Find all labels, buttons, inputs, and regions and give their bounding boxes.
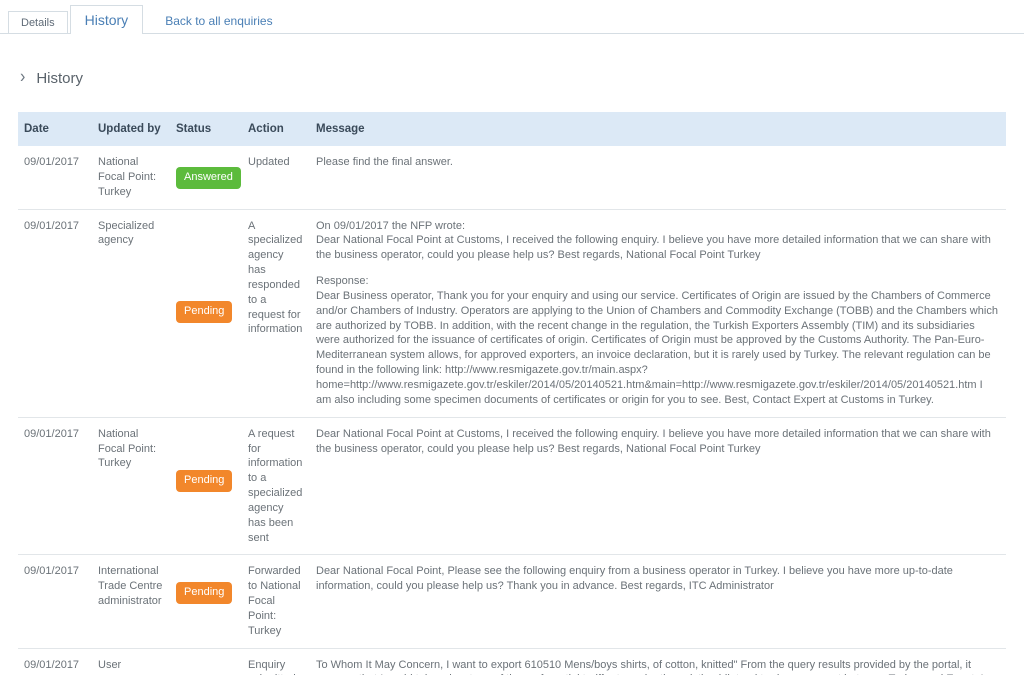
cell-status: New xyxy=(170,648,242,675)
history-table-wrapper: Date Updated by Status Action Message 09… xyxy=(18,112,1006,675)
column-header-updated-by[interactable]: Updated by xyxy=(92,112,170,146)
tab-details[interactable]: Details xyxy=(8,11,68,33)
message-paragraph: On 09/01/2017 the NFP wrote: Dear Nation… xyxy=(316,219,991,262)
cell-date: 09/01/2017 xyxy=(18,648,92,675)
cell-updated-by: Specialized agency xyxy=(92,209,170,418)
cell-action: Updated xyxy=(242,146,310,210)
message-paragraph: To Whom It May Concern, I want to export… xyxy=(316,658,984,675)
table-row: 09/01/2017UserNewEnquiry submitted To Who… xyxy=(18,648,1006,675)
status-badge: Answered xyxy=(176,167,241,189)
message-paragraph-gap xyxy=(316,263,1000,274)
cell-action: Enquiry submitted xyxy=(242,648,310,675)
status-badge: Pending xyxy=(176,582,233,605)
cell-date: 09/01/2017 xyxy=(18,417,92,556)
cell-updated-by: User xyxy=(92,648,170,675)
cell-action: A specialized agency has responded to a … xyxy=(242,209,310,418)
cell-updated-by: International Trade Centre administrator xyxy=(92,554,170,649)
cell-message: Dear National Focal Point, Please see th… xyxy=(310,554,1006,649)
column-header-action[interactable]: Action xyxy=(242,112,310,146)
table-row: 09/01/2017 National Focal Point: Turkey Pe… xyxy=(18,417,1006,556)
table-row: 09/01/2017 International Trade Centre adm… xyxy=(18,554,1006,649)
cell-updated-by: National Focal Point: Turkey xyxy=(92,146,170,210)
history-table-head: Date Updated by Status Action Message xyxy=(18,112,1006,146)
column-header-status[interactable]: Status xyxy=(170,112,242,146)
message-paragraph: Dear National Focal Point, Please see th… xyxy=(316,565,953,593)
chevron-right-icon: › xyxy=(20,67,26,88)
status-badge: Pending xyxy=(176,469,233,492)
tab-details-label: Details xyxy=(21,16,55,29)
history-section-title: History xyxy=(36,69,83,87)
message-paragraph: Please find the final answer. xyxy=(316,156,453,168)
cell-message: Dear National Focal Point at Customs, I … xyxy=(310,417,1006,556)
tab-history-label: History xyxy=(84,11,129,28)
back-to-all-enquiries-link[interactable]: Back to all enquiries xyxy=(165,14,272,28)
cell-date: 09/01/2017 xyxy=(18,554,92,649)
status-badge: Pending xyxy=(176,300,233,323)
message-paragraph: Response: Dear Business operator, Thank … xyxy=(316,275,998,406)
cell-status: Pending xyxy=(170,554,242,649)
cell-status: Pending xyxy=(170,417,242,556)
column-header-message[interactable]: Message xyxy=(310,112,1006,146)
cell-date: 09/01/2017 xyxy=(18,146,92,210)
cell-action: Forwarded to National Focal Point: Turke… xyxy=(242,554,310,649)
tab-bar: Details History Back to all enquiries xyxy=(0,0,1024,34)
cell-message: Please find the final answer. xyxy=(310,146,1006,210)
cell-message: To Whom It May Concern, I want to export… xyxy=(310,648,1006,675)
cell-updated-by: National Focal Point: Turkey xyxy=(92,417,170,556)
cell-status: Answered xyxy=(170,146,242,210)
tab-history[interactable]: History xyxy=(69,5,144,34)
history-table: Date Updated by Status Action Message 09… xyxy=(18,112,1006,675)
history-table-body: 09/01/2017 National Focal Point: Turkey An… xyxy=(18,146,1006,675)
history-section-toggle[interactable]: › History xyxy=(20,66,140,90)
table-row: 09/01/2017 Specialized agency Pending A spe… xyxy=(18,209,1006,418)
cell-date: 09/01/2017 xyxy=(18,209,92,418)
column-header-date[interactable]: Date xyxy=(18,112,92,146)
table-header-row: Date Updated by Status Action Message xyxy=(18,112,1006,146)
table-row: 09/01/2017 National Focal Point: Turkey An… xyxy=(18,146,1006,210)
message-paragraph: Dear National Focal Point at Customs, I … xyxy=(316,427,991,455)
cell-status: Pending xyxy=(170,209,242,418)
cell-action: A request for information to a specializ… xyxy=(242,417,310,556)
cell-message: On 09/01/2017 the NFP wrote: Dear Nation… xyxy=(310,209,1006,418)
